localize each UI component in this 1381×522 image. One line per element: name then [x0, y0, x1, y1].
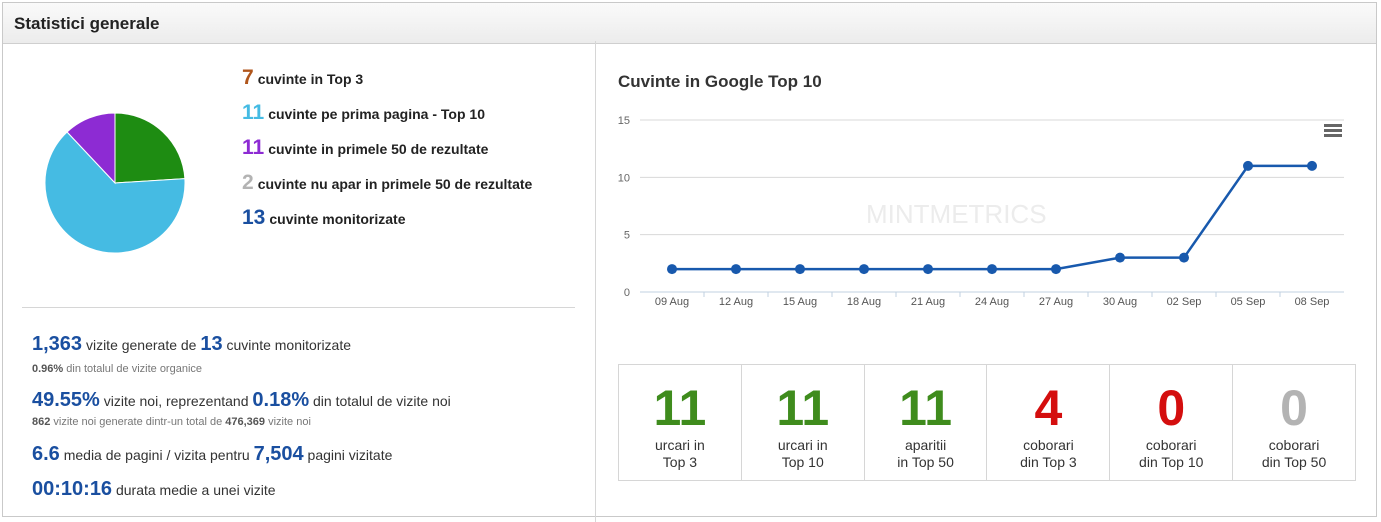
top10-line-chart: MINTMETRICS 0 5 10 15 09 Aug 12 Aug 15 Aug 18 Au…: [618, 115, 1344, 308]
count-value: 11: [776, 380, 830, 436]
legend-text: cuvinte monitorizate: [269, 211, 406, 227]
legend-item-not-in-top50: 2 cuvinte nu apar in primele 50 de rezult…: [242, 171, 532, 206]
stat-text: durata medie a unei vizite: [115, 482, 276, 498]
count-value: 11: [653, 380, 707, 436]
data-point[interactable]: [1115, 252, 1125, 263]
stat-visits: 1,363 vizite generate de 13 cuvinte moni…: [32, 333, 351, 356]
x-tick-label: 24 Aug: [975, 296, 1009, 308]
x-tick-label: 02 Sep: [1167, 296, 1202, 308]
panel-header: Statistici generale: [3, 3, 1376, 44]
legend-text: cuvinte pe prima pagina - Top 10: [268, 106, 485, 122]
chart-title: Cuvinte in Google Top 10: [618, 72, 822, 91]
data-point[interactable]: [923, 264, 933, 275]
legend-num: 11: [242, 101, 265, 124]
keywords-legend: 7 cuvinte in Top 3 11 cuvinte pe prima pag…: [242, 66, 532, 241]
count-cell: 4 coborari din Top 3: [987, 365, 1111, 480]
data-point[interactable]: [1051, 264, 1061, 275]
y-tick-label: 5: [624, 230, 630, 242]
x-tick-label: 08 Sep: [1295, 296, 1330, 308]
panel-title: Statistici generale: [14, 14, 160, 33]
data-point[interactable]: [795, 264, 805, 275]
stat-value: 6.6: [32, 443, 60, 465]
stat-sub-value: 862: [32, 416, 51, 428]
data-point[interactable]: [1243, 160, 1253, 171]
x-tick-label: 09 Aug: [655, 296, 689, 308]
legend-num: 2: [242, 171, 254, 194]
stat-text: din totalul de vizite noi: [313, 393, 451, 409]
chart-menu-icon[interactable]: [1324, 124, 1342, 138]
legend-text: cuvinte in primele 50 de rezultate: [268, 141, 489, 157]
count-value: 0: [1157, 380, 1186, 436]
count-label: urcari in Top 10: [777, 437, 828, 470]
stat-value: 00:10:16: [32, 478, 113, 500]
y-tick-label: 10: [618, 172, 630, 184]
legend-num: 11: [242, 136, 265, 159]
stat-text: media de pagini / vizita pentru: [63, 447, 250, 463]
vertical-divider: [595, 41, 596, 522]
stat-text: vizite noi, reprezentand: [103, 393, 249, 409]
legend-item-monitored: 13 cuvinte monitorizate: [242, 206, 532, 241]
stat-value: 13: [200, 333, 223, 355]
data-point[interactable]: [1307, 160, 1317, 171]
data-point[interactable]: [987, 264, 997, 275]
stat-sub-text: vizite noi generate dintr-un total de: [53, 416, 223, 428]
legend-text: cuvinte in Top 3: [257, 71, 364, 87]
stat-value: 49.55%: [32, 389, 100, 411]
stat-sub-text: din totalul de vizite organice: [66, 363, 203, 375]
data-point[interactable]: [731, 264, 741, 275]
x-tick-label: 18 Aug: [847, 296, 881, 308]
data-point[interactable]: [667, 264, 677, 275]
x-tick-label: 27 Aug: [1039, 296, 1073, 308]
count-cell: 11 aparitii in Top 50: [865, 365, 988, 480]
data-point[interactable]: [1179, 252, 1189, 263]
count-cell: 0 coborari din Top 50: [1233, 365, 1355, 480]
watermark-text: MINTMETRICS: [866, 199, 1047, 229]
stat-visits-sub: 0.96% din totalul de vizite organice: [32, 363, 202, 375]
stat-new-visits: 49.55% vizite noi, reprezentand 0.18% di…: [32, 389, 451, 412]
stat-sub-value: 476,369: [225, 416, 266, 428]
legend-item-top3: 7 cuvinte in Top 3: [242, 66, 532, 101]
count-value: 0: [1280, 380, 1308, 436]
pie-slice-0: [114, 112, 186, 184]
x-tick-label: 12 Aug: [719, 296, 753, 308]
keywords-pie-chart: [44, 112, 186, 254]
stat-text: pagini vizitate: [307, 447, 393, 463]
legend-text: cuvinte nu apar in primele 50 de rezulta…: [257, 176, 533, 192]
legend-num: 7: [242, 66, 254, 89]
stat-pages: 6.6 media de pagini / vizita pentru 7,50…: [32, 443, 392, 466]
stat-value: 0.18%: [252, 389, 310, 411]
count-cell: 11 urcari in Top 10: [742, 365, 865, 480]
legend-item-top10: 11 cuvinte pe prima pagina - Top 10: [242, 101, 532, 136]
count-value: 4: [1034, 380, 1063, 436]
stat-text: vizite generate de: [85, 337, 197, 353]
stat-sub-value: 0.96%: [32, 363, 64, 375]
count-cell: 11 urcari in Top 3: [619, 365, 742, 480]
count-label: aparitii in Top 50: [897, 437, 954, 470]
count-label: coborari din Top 3: [1020, 437, 1077, 470]
legend-num: 13: [242, 206, 266, 229]
x-tick-label: 30 Aug: [1103, 296, 1137, 308]
y-tick-label: 15: [618, 115, 630, 127]
x-tick-label: 05 Sep: [1231, 296, 1266, 308]
stat-value: 7,504: [253, 443, 304, 465]
count-label: urcari in Top 3: [655, 437, 705, 470]
stat-value: 1,363: [32, 333, 83, 355]
x-tick-label: 15 Aug: [783, 296, 817, 308]
legend-item-top50: 11 cuvinte in primele 50 de rezultate: [242, 136, 532, 171]
count-cell: 0 coborari din Top 10: [1110, 365, 1234, 480]
y-tick-label: 0: [624, 287, 630, 299]
count-label: coborari din Top 50: [1261, 437, 1327, 470]
stat-text: cuvinte monitorizate: [226, 337, 352, 353]
count-value: 11: [899, 380, 952, 436]
data-point[interactable]: [859, 264, 869, 275]
stat-new-visits-sub: 862 vizite noi generate dintr-un total d…: [32, 416, 311, 428]
stat-sub-text: vizite noi: [268, 416, 311, 428]
movement-counts: 11 urcari in Top 3 11 urcari in Top 10 11 …: [618, 364, 1356, 481]
horizontal-divider: [22, 307, 575, 308]
x-tick-label: 21 Aug: [911, 296, 945, 308]
count-label: coborari din Top 10: [1139, 437, 1204, 470]
stat-duration: 00:10:16 durata medie a unei vizite: [32, 478, 276, 501]
